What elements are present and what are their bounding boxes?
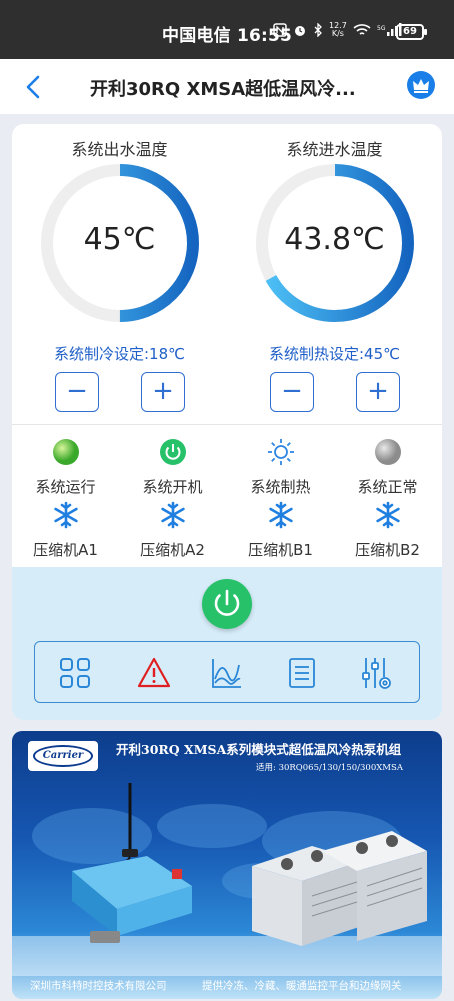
status-label: 系统运行 <box>35 478 96 496</box>
heating-setpoint: 系统制热设定:45℃ <box>269 345 400 363</box>
banner-company: 深圳市科特时控技术有限公司 <box>30 980 167 992</box>
gauge-value: 45℃ <box>83 222 156 257</box>
compressor-a1: 压缩机A1 <box>12 501 119 560</box>
power-button[interactable] <box>202 579 252 629</box>
gateway-device-illustration <box>72 856 192 943</box>
crown-icon <box>413 79 429 93</box>
status-label: 系统开机 <box>142 478 203 496</box>
bluetooth-icon <box>314 23 322 37</box>
gauge-label: 系统进水温度 <box>286 140 383 159</box>
snowflake-icon <box>375 501 400 529</box>
gauge-label: 系统出水温度 <box>71 140 168 159</box>
status-label: 压缩机B1 <box>248 541 313 559</box>
battery-icon: 69 <box>396 24 427 40</box>
back-arrow-icon[interactable] <box>22 73 46 101</box>
snowflake-icon <box>53 501 78 529</box>
heating-increase-button[interactable]: + <box>356 372 400 412</box>
power-on-icon <box>159 439 186 465</box>
status-label: 系统制热 <box>250 478 311 496</box>
status-system-running: 系统运行 <box>12 438 119 497</box>
power-icon <box>214 589 240 616</box>
carrier-name: 中国电信 <box>162 26 231 46</box>
net-speed: 12.7 K/s <box>329 22 347 38</box>
inlet-temp-gauge: 系统进水温度 43.8℃ 系统制热设定:45℃ − + <box>227 124 442 424</box>
snowflake-icon <box>268 501 293 529</box>
snowflake-icon <box>160 501 185 529</box>
compressor-b1: 压缩机B1 <box>227 501 334 560</box>
outlet-temp-gauge: 系统出水温度 45℃ 系统制冷设定:18℃ − + <box>12 124 227 424</box>
compressor-b2: 压缩机B2 <box>334 501 441 560</box>
normal-indicator-icon <box>374 439 401 465</box>
cooling-setpoint: 系统制冷设定:18℃ <box>54 345 185 363</box>
heating-decrease-button[interactable]: − <box>270 372 314 412</box>
nfc-icon <box>273 23 287 37</box>
status-icons: 12.7 K/s 5G <box>273 22 403 38</box>
cooling-increase-button[interactable]: + <box>141 372 185 412</box>
chiller-unit-illustration <box>252 831 427 946</box>
compressor-a2: 压缩机A2 <box>119 501 226 560</box>
status-label: 压缩机A1 <box>33 541 98 559</box>
alarm-clock-icon <box>295 26 305 36</box>
curve-chart-icon[interactable] <box>209 655 245 691</box>
system-card: 系统出水温度 45℃ 系统制冷设定:18℃ − + 系统进水温度 43.8℃ 系… <box>12 124 442 720</box>
gauge-value: 43.8℃ <box>284 222 385 257</box>
vip-crown-button[interactable] <box>407 71 435 99</box>
status-label: 压缩机B2 <box>355 541 420 559</box>
banner-tagline: 提供冷冻、冷藏、暖通监控平台和边缘网关 <box>202 980 402 992</box>
running-indicator-icon <box>52 439 79 465</box>
product-banner[interactable]: Carrier 开利30RQ XMSA系列模块式超低温风冷热泵机组 适用: 30… <box>12 731 442 999</box>
function-toolbar <box>34 641 420 703</box>
status-label: 系统正常 <box>357 478 418 496</box>
wifi-icon <box>353 24 371 35</box>
list-icon[interactable] <box>284 655 320 691</box>
net-speed-unit: K/s <box>331 29 344 38</box>
status-bar: 中国电信 16:55 12.7 K/s 5G 69 <box>0 0 454 59</box>
settings-sliders-icon[interactable] <box>357 655 393 691</box>
cooling-decrease-button[interactable]: − <box>55 372 99 412</box>
status-system-power: 系统开机 <box>119 438 226 497</box>
app-header: 开利30RQ XMSA超低温风冷... <box>0 59 454 114</box>
alarm-icon[interactable] <box>136 655 172 691</box>
page-title: 开利30RQ XMSA超低温风冷... <box>90 79 356 100</box>
svg-text:5G: 5G <box>377 25 386 32</box>
grid-icon[interactable] <box>57 655 93 691</box>
status-system-normal: 系统正常 <box>334 438 441 497</box>
battery-level: 69 <box>403 26 417 37</box>
status-label: 压缩机A2 <box>140 541 205 559</box>
status-system-heating: 系统制热 <box>227 438 334 497</box>
control-panel <box>12 567 442 720</box>
section-divider <box>12 424 442 425</box>
sun-icon <box>267 439 294 465</box>
